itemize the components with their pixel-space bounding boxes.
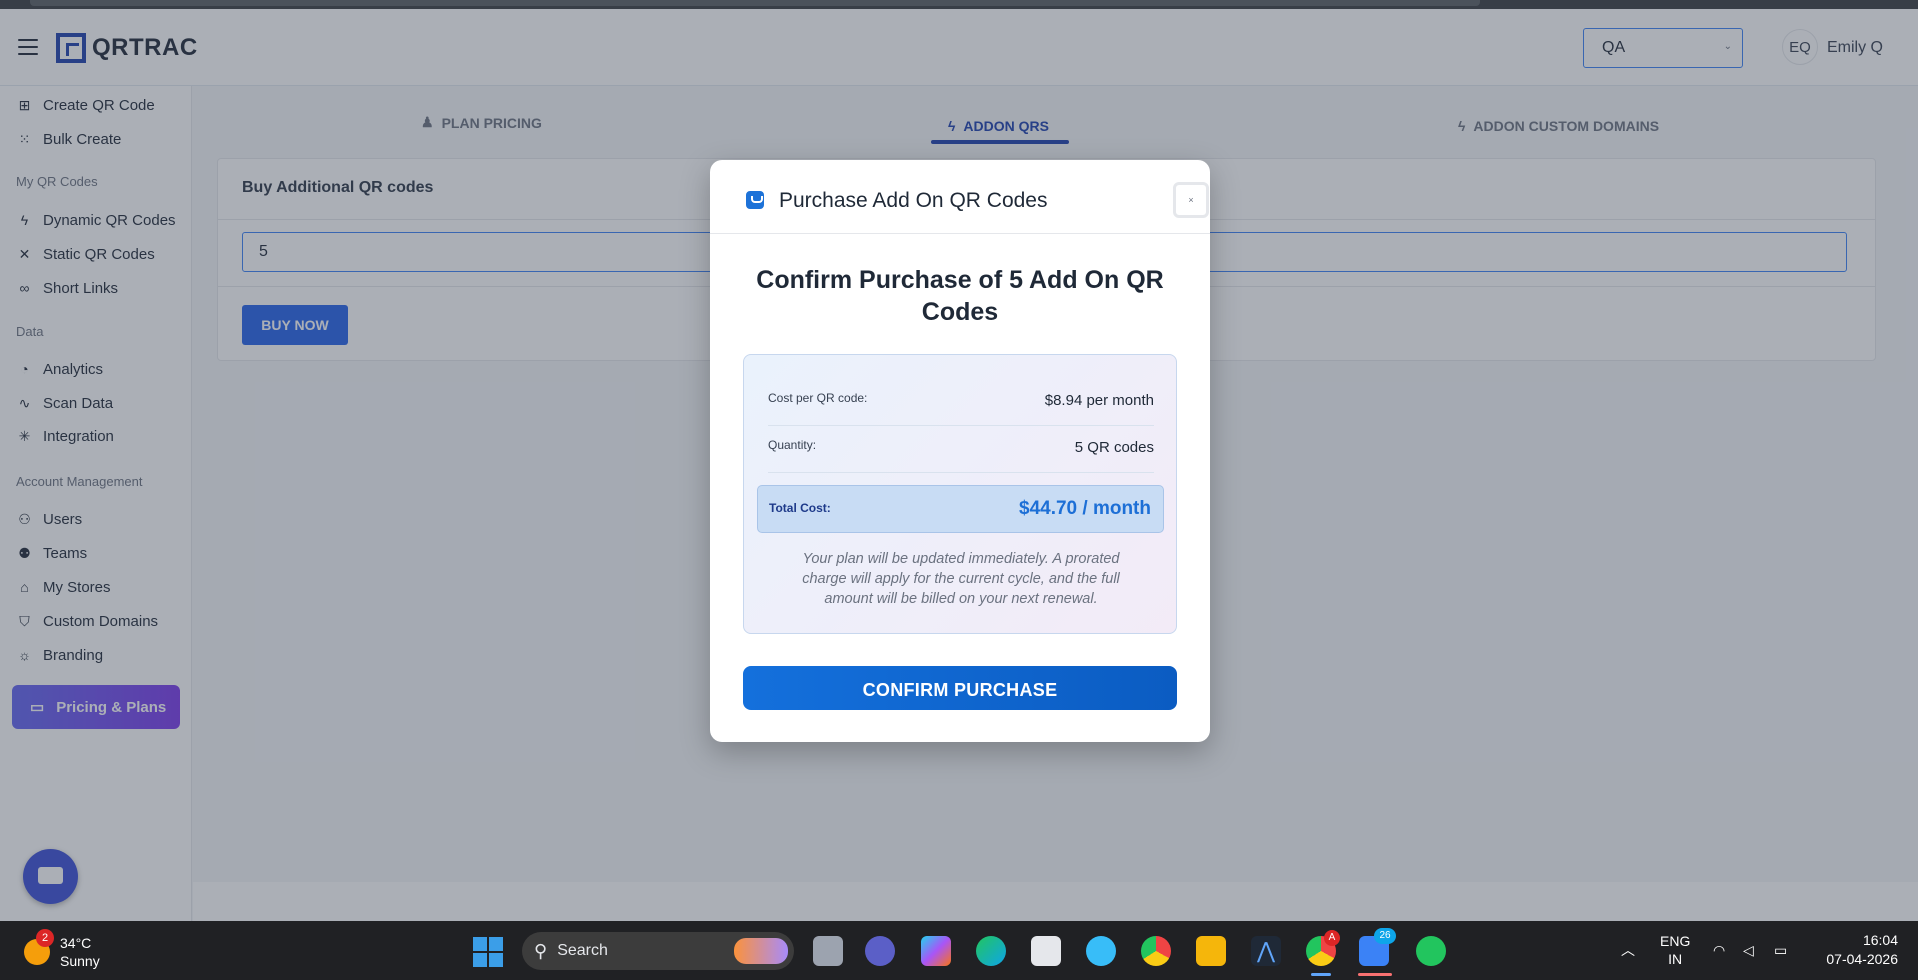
- store-app-icon[interactable]: [1031, 936, 1061, 966]
- search-placeholder: Search: [557, 942, 608, 959]
- weather-badge: 2: [36, 929, 54, 947]
- total-cost-row: Total Cost: $44.70 / month: [757, 485, 1164, 533]
- help-icon[interactable]: [1086, 936, 1116, 966]
- teams-icon[interactable]: [865, 936, 895, 966]
- search-highlight-art: [734, 938, 788, 964]
- clock-date: 07-04-2026: [1826, 951, 1898, 967]
- close-button[interactable]: ×: [1173, 182, 1209, 218]
- file-explorer-icon[interactable]: [1196, 936, 1226, 966]
- clock-time: 16:04: [1862, 932, 1898, 948]
- battery-icon[interactable]: ▭: [1774, 941, 1787, 959]
- modal-title: Purchase Add On QR Codes: [779, 189, 1048, 212]
- shopping-bag-icon: [746, 191, 764, 209]
- outlook-badge: 26: [1374, 928, 1396, 944]
- total-label: Total Cost:: [769, 501, 831, 515]
- active-app-indicator: [1358, 973, 1392, 976]
- active-app-indicator: [1311, 973, 1331, 976]
- windows-start-icon[interactable]: [473, 937, 503, 967]
- volume-icon[interactable]: ◁: [1743, 941, 1754, 959]
- cost-value: $8.94 per month: [1044, 392, 1154, 409]
- language-indicator[interactable]: ENG IN: [1660, 932, 1690, 968]
- language-line2: IN: [1668, 951, 1683, 967]
- whatsapp-icon[interactable]: [1416, 936, 1446, 966]
- weather-sun-icon: 2: [24, 929, 54, 965]
- purchase-summary: Cost per QR code: $8.94 per month Quanti…: [743, 354, 1177, 634]
- copilot-icon[interactable]: [921, 936, 951, 966]
- search-icon: ⚲: [534, 940, 548, 961]
- wifi-icon[interactable]: ◠: [1713, 941, 1725, 959]
- quantity-value: 5 QR codes: [1074, 439, 1154, 456]
- taskbar-search[interactable]: ⚲ Search: [522, 932, 794, 970]
- divider: [768, 472, 1154, 473]
- chevron-up-icon[interactable]: ︿: [1621, 941, 1635, 959]
- billing-note: Your plan will be updated immediately. A…: [802, 551, 1120, 607]
- cost-label: Cost per QR code:: [768, 391, 868, 405]
- modal-header: Purchase Add On QR Codes ×: [710, 160, 1210, 234]
- chrome-badge: A: [1324, 930, 1340, 946]
- app-a-icon[interactable]: ⋀: [1251, 936, 1281, 966]
- language-line1: ENG: [1660, 933, 1691, 949]
- confirm-purchase-button[interactable]: CONFIRM PURCHASE: [743, 666, 1177, 710]
- chrome-icon[interactable]: [1141, 936, 1171, 966]
- task-view-icon[interactable]: [813, 936, 843, 966]
- edge-icon[interactable]: [976, 936, 1006, 966]
- taskbar: 2 34°C Sunny ⚲ Search ⋀ A 26 ︿ ENG IN ◠ …: [0, 921, 1918, 980]
- outlook-icon[interactable]: 26: [1359, 928, 1396, 966]
- weather-desc: Sunny: [60, 953, 100, 969]
- purchase-modal: Purchase Add On QR Codes × Confirm Purch…: [710, 160, 1210, 742]
- weather-temp: 34°C: [60, 935, 92, 951]
- confirm-heading: Confirm Purchase of 5 Add On QR Codes: [756, 266, 1164, 326]
- chrome-profile-icon[interactable]: A: [1306, 930, 1340, 966]
- divider: [768, 425, 1154, 426]
- weather-widget[interactable]: 2 34°C Sunny: [24, 929, 100, 970]
- total-value: $44.70 / month: [1019, 498, 1151, 519]
- clock[interactable]: 16:04 07-04-2026: [1818, 931, 1898, 969]
- quantity-label: Quantity:: [768, 438, 817, 452]
